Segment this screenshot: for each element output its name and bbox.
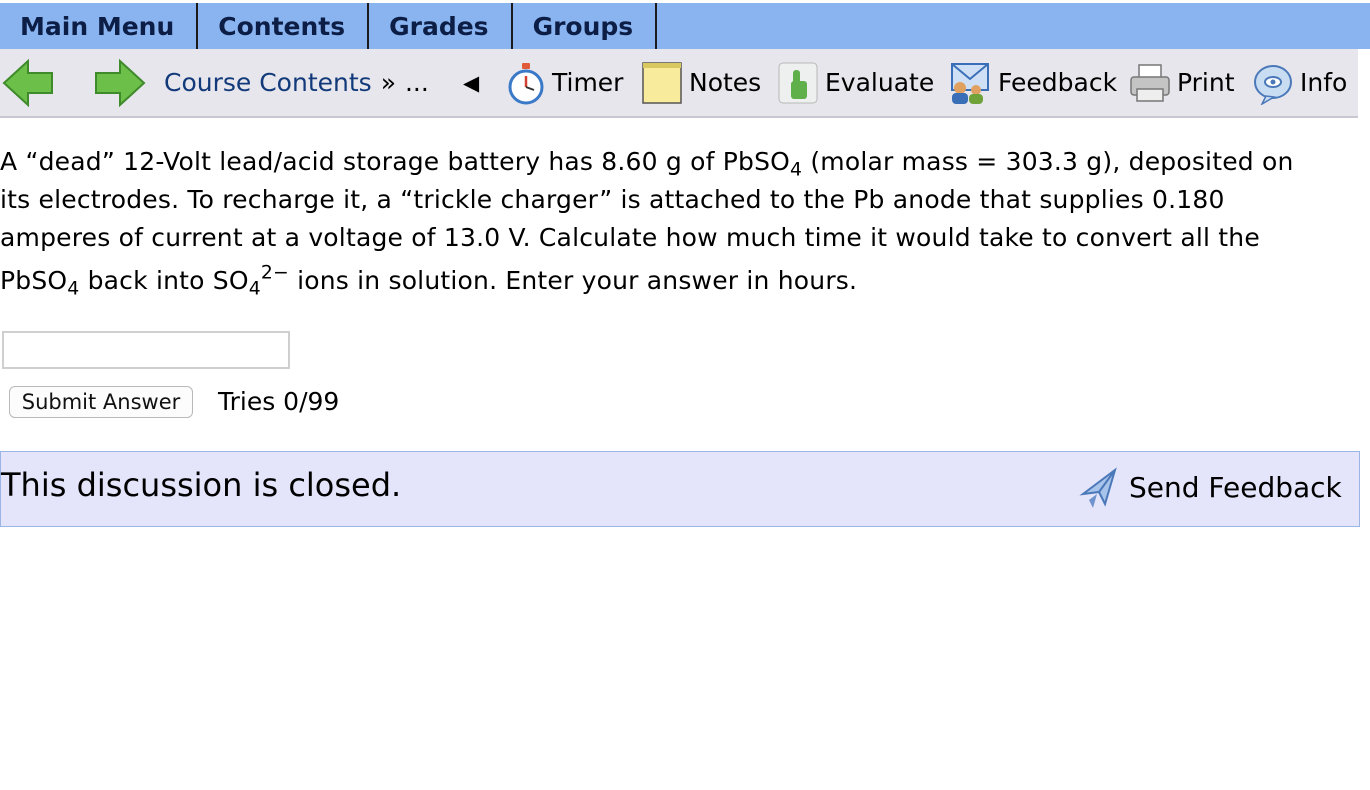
thumbs-up-icon <box>778 62 818 103</box>
superscript-charge: 2− <box>260 262 289 284</box>
question-line: PbSO4 back into SO42− ions in solution. … <box>0 262 1360 300</box>
feedback-label: Feedback <box>998 68 1118 97</box>
tab-contents[interactable]: Contents <box>198 3 370 49</box>
notes-button[interactable]: Notes <box>641 49 761 116</box>
question-text-segment: PbSO <box>0 266 68 295</box>
evaluate-label: Evaluate <box>825 68 935 97</box>
answer-input[interactable] <box>2 331 290 369</box>
left-arrow-icon <box>2 58 53 107</box>
question-text: A “dead” 12-Volt lead/acid storage batte… <box>0 143 1360 300</box>
back-arrow-button[interactable] <box>2 49 54 116</box>
feedback-people-icon <box>951 62 989 104</box>
subscript: 4 <box>790 159 803 181</box>
tries-counter: Tries 0/99 <box>218 387 340 416</box>
subscript: 4 <box>248 278 261 300</box>
breadcrumb-ellipsis: ... <box>404 68 429 97</box>
question-text-segment: (molar mass = 303.3 g), deposited on <box>802 147 1294 176</box>
send-feedback-icon <box>1079 467 1117 508</box>
info-label: Info <box>1300 68 1348 97</box>
stopwatch-icon <box>508 62 544 104</box>
right-arrow-icon <box>95 58 146 107</box>
send-feedback-label: Send Feedback <box>1129 470 1342 504</box>
info-bubble-icon <box>1254 64 1292 105</box>
print-label: Print <box>1177 68 1235 97</box>
toolbar: Course Contents » ... ◀ Timer Notes Eval… <box>0 49 1358 118</box>
submit-answer-button[interactable]: Submit Answer <box>9 386 193 418</box>
breadcrumb-course-contents[interactable]: Course Contents <box>164 68 372 97</box>
notes-label: Notes <box>689 68 762 97</box>
notepad-icon <box>642 61 682 104</box>
main-tab-bar: Main Menu Contents Grades Groups <box>0 3 1370 49</box>
discussion-status: This discussion is closed. <box>1 466 402 504</box>
tab-main-menu[interactable]: Main Menu <box>0 3 199 49</box>
timer-label: Timer <box>552 68 624 97</box>
timer-button[interactable]: Timer <box>506 49 623 116</box>
forward-arrow-button[interactable] <box>94 49 146 116</box>
tab-groups[interactable]: Groups <box>513 3 658 49</box>
subscript: 4 <box>67 278 80 300</box>
print-button[interactable]: Print <box>1129 49 1235 116</box>
collapse-toggle[interactable]: ◀ <box>463 49 479 116</box>
info-button[interactable]: Info <box>1252 49 1347 116</box>
question-text-segment: ions in solution. Enter your answer in h… <box>288 266 858 295</box>
evaluate-button[interactable]: Evaluate <box>777 49 934 116</box>
question-line: amperes of current at a voltage of 13.0 … <box>0 223 1260 252</box>
discussion-bar: This discussion is closed. Send Feedback <box>0 451 1360 527</box>
printer-icon <box>1130 63 1170 102</box>
send-feedback-button[interactable]: Send Feedback <box>1079 464 1342 510</box>
question-text-segment: A “dead” 12-Volt lead/acid storage batte… <box>0 147 791 176</box>
breadcrumb-separator: » <box>380 68 396 97</box>
question-text-segment: back into SO <box>79 266 249 295</box>
question-line: A “dead” 12-Volt lead/acid storage batte… <box>0 143 1360 181</box>
feedback-button[interactable]: Feedback <box>946 49 1117 116</box>
tab-grades[interactable]: Grades <box>369 3 513 49</box>
breadcrumb: Course Contents » ... <box>164 49 429 116</box>
question-line: its electrodes. To recharge it, a “trick… <box>0 185 1225 214</box>
